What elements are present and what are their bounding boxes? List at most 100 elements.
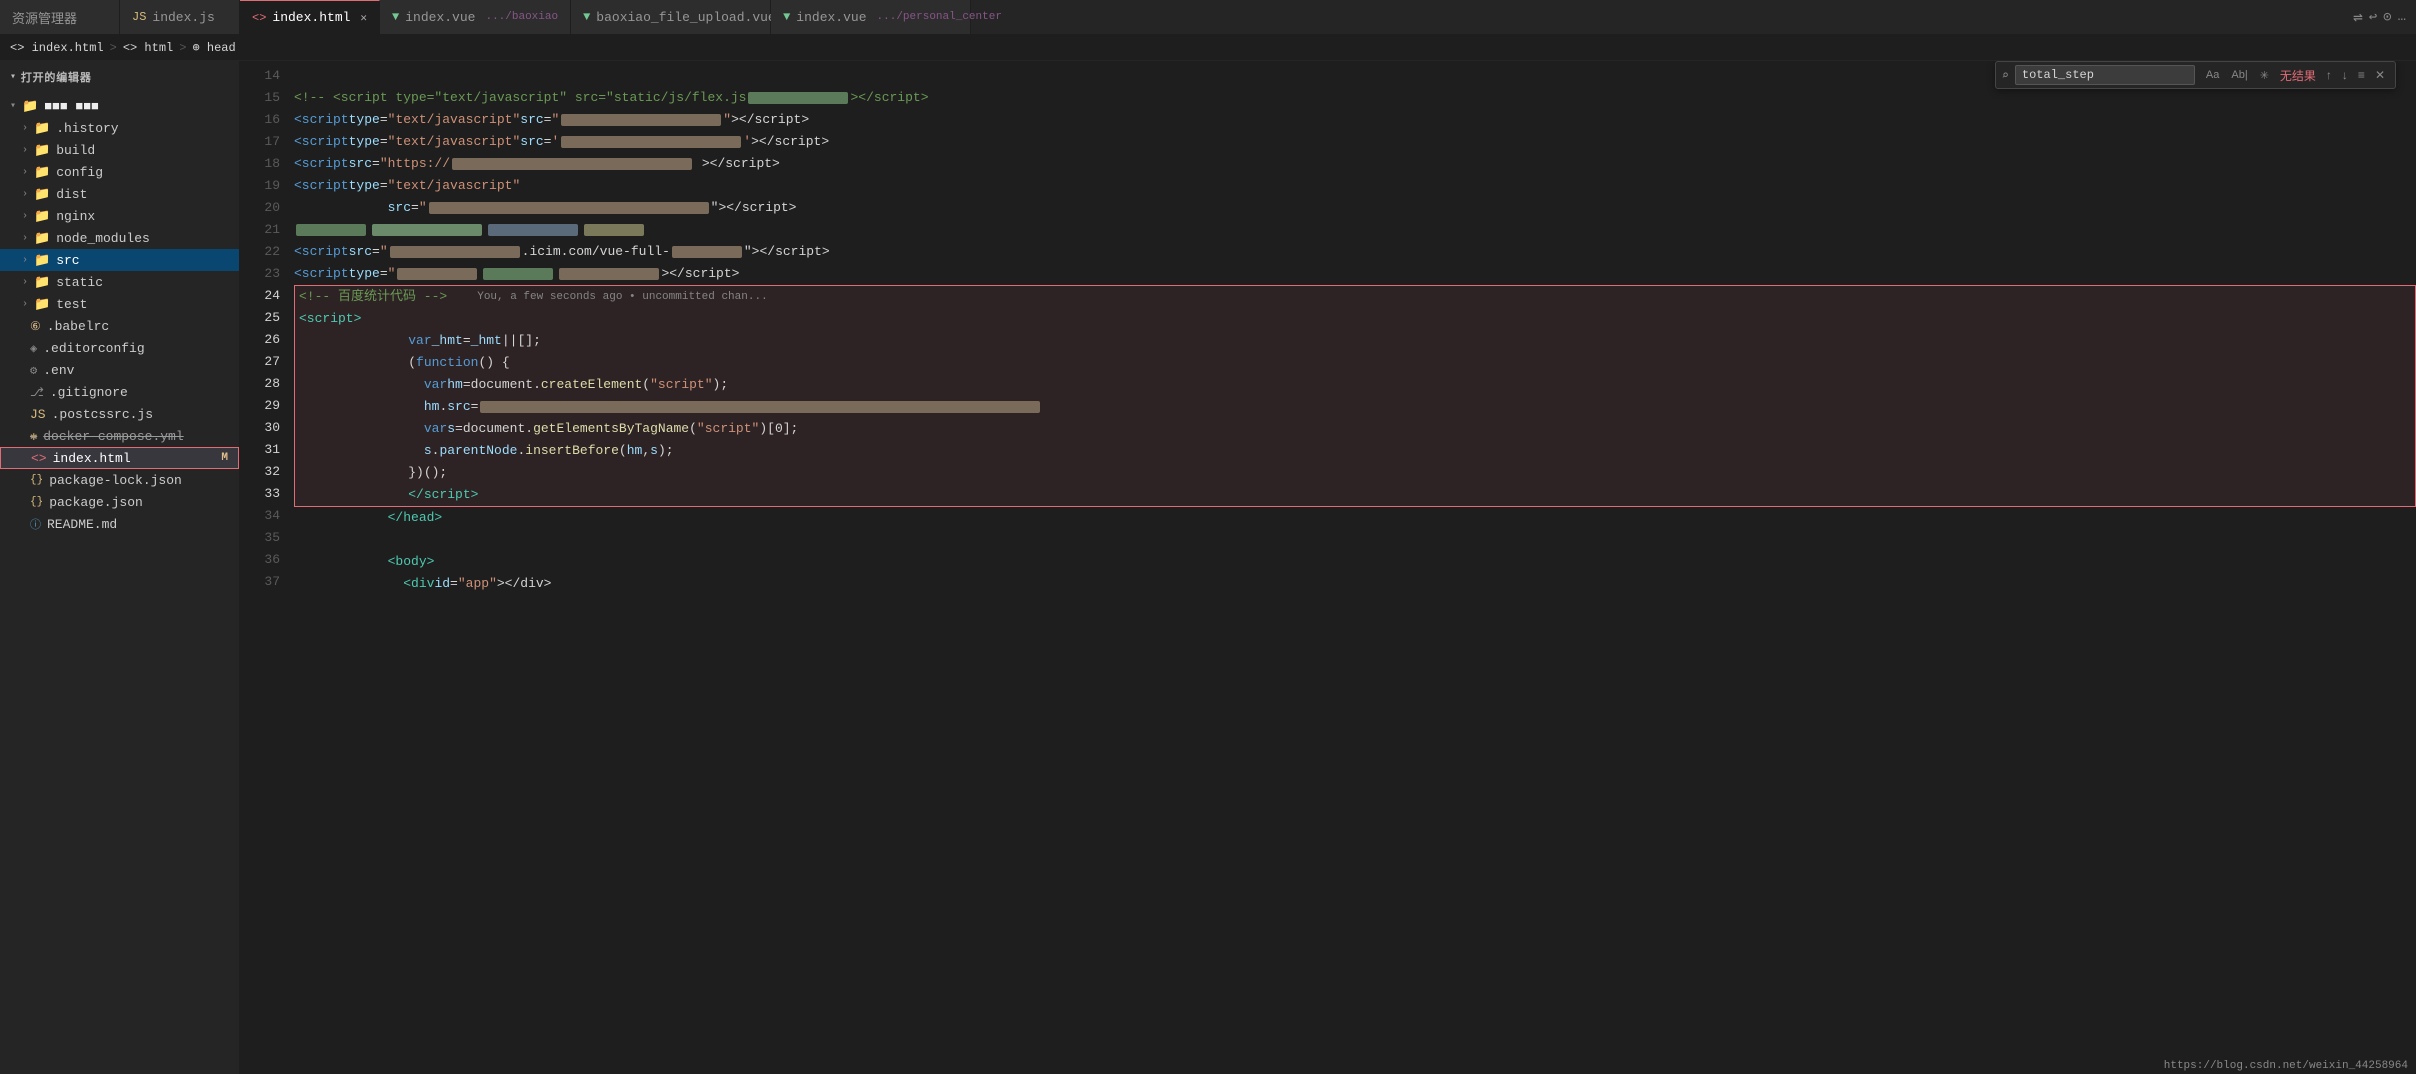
code-line bbox=[294, 219, 2416, 241]
sidebar-item-babelrc[interactable]: ⑥ .babelrc bbox=[0, 315, 239, 337]
tab-sublabel: .../personal_center bbox=[877, 11, 1002, 23]
prev-result-button[interactable]: ↑ bbox=[2322, 67, 2336, 83]
tab-label: index.js bbox=[152, 10, 214, 25]
sidebar-item-docker-compose[interactable]: ✱ docker-compose.yml bbox=[0, 425, 239, 447]
folder-arrow-icon: › bbox=[22, 189, 28, 200]
sidebar-item-node-modules[interactable]: › 📁 node_modules bbox=[0, 227, 239, 249]
project-folder-icon: 📁 bbox=[22, 99, 38, 114]
code-line: var _hmt = _hmt || []; bbox=[299, 330, 2411, 352]
undo-icon[interactable]: ↩ bbox=[2369, 9, 2377, 26]
code-line: var s = document.getElementsByTagName("s… bbox=[299, 418, 2411, 440]
breadcrumb-sep-2: > bbox=[179, 41, 186, 55]
folder-arrow-icon: › bbox=[22, 211, 28, 222]
tab-label: index.vue bbox=[796, 10, 866, 25]
sidebar-item-test[interactable]: › 📁 test bbox=[0, 293, 239, 315]
more-icon[interactable]: ⊙ bbox=[2383, 9, 2391, 26]
code-lines: <!-- <script type="text/javascript" src=… bbox=[290, 61, 2416, 1074]
status-bar: https://blog.csdn.net/weixin_44258964 bbox=[2156, 1058, 2416, 1074]
sidebar-section: ▾ 📁 ■■■ ■■■ › 📁 .history › 📁 build › 📁 c… bbox=[0, 93, 239, 537]
sidebar-item-postcssrc[interactable]: JS .postcssrc.js bbox=[0, 403, 239, 425]
search-widget: ⌕ Aa Ab| ✳ 无结果 ↑ ↓ ≡ ✕ bbox=[1995, 61, 2396, 89]
folder-icon: 📁 bbox=[34, 297, 50, 312]
code-line: s.parentNode.insertBefore(hm, s); bbox=[299, 440, 2411, 462]
code-container[interactable]: 14 15 16 17 18 19 20 21 22 23 24 25 26 2… bbox=[240, 61, 2416, 1074]
project-name: ■■■ ■■■ bbox=[44, 99, 99, 114]
json-icon: {} bbox=[30, 496, 43, 508]
sidebar-item-index-html[interactable]: <> index.html M bbox=[0, 447, 239, 469]
modified-badge: M bbox=[221, 452, 228, 464]
sidebar-item-label: README.md bbox=[47, 517, 117, 532]
sidebar-item-label: build bbox=[56, 143, 95, 158]
collapse-arrow: ▾ bbox=[10, 100, 16, 112]
sidebar-item-history[interactable]: › 📁 .history bbox=[0, 117, 239, 139]
status-url: https://blog.csdn.net/weixin_44258964 bbox=[2164, 1060, 2408, 1072]
code-line: hm.src = bbox=[299, 396, 2411, 418]
sidebar-item-dist[interactable]: › 📁 dist bbox=[0, 183, 239, 205]
folder-icon: 📁 bbox=[34, 253, 50, 268]
match-case-button[interactable]: Aa bbox=[2201, 67, 2224, 83]
sidebar-item-gitignore[interactable]: ⎇ .gitignore bbox=[0, 381, 239, 403]
tab-index-html[interactable]: <> index.html ✕ bbox=[240, 0, 380, 35]
sidebar-item-label: package.json bbox=[49, 495, 143, 510]
sidebar-item-readme[interactable]: ⓘ README.md bbox=[0, 513, 239, 535]
sidebar-item-build[interactable]: › 📁 build bbox=[0, 139, 239, 161]
sidebar-item-env[interactable]: ⚙ .env bbox=[0, 359, 239, 381]
tab-index-vue-baoxiao[interactable]: ▼ index.vue .../baoxiao bbox=[380, 0, 571, 35]
tab-index-vue-personal[interactable]: ▼ index.vue .../personal_center bbox=[771, 0, 971, 35]
tab-label: 资源管理器 bbox=[12, 8, 77, 27]
more-options-button[interactable]: ≡ bbox=[2354, 67, 2369, 83]
whole-word-button[interactable]: Ab| bbox=[2226, 67, 2252, 83]
breadcrumb-item-file[interactable]: <> index.html bbox=[10, 41, 104, 55]
main-layout: ▾ 打开的编辑器 ▾ 📁 ■■■ ■■■ › 📁 .history › 📁 bu… bbox=[0, 61, 2416, 1074]
close-search-button[interactable]: ✕ bbox=[2371, 67, 2389, 83]
sidebar-item-static[interactable]: › 📁 static bbox=[0, 271, 239, 293]
html-icon: <> bbox=[252, 11, 266, 25]
sidebar-item-label: dist bbox=[56, 187, 87, 202]
search-input[interactable] bbox=[2015, 65, 2195, 85]
folder-icon: 📁 bbox=[34, 209, 50, 224]
env-icon: ⚙ bbox=[30, 363, 37, 378]
search-options: Aa Ab| ✳ bbox=[2201, 67, 2274, 84]
sidebar-item-nginx[interactable]: › 📁 nginx bbox=[0, 205, 239, 227]
breadcrumb-item-head[interactable]: ⊕ head bbox=[192, 40, 235, 55]
next-result-button[interactable]: ↓ bbox=[2338, 67, 2352, 83]
ellipsis-icon[interactable]: … bbox=[2398, 9, 2406, 25]
code-line: <script type="></script> bbox=[294, 263, 2416, 285]
folder-arrow-icon: › bbox=[22, 123, 28, 134]
vue-icon: ▼ bbox=[583, 10, 590, 24]
sidebar-project-root[interactable]: ▾ 📁 ■■■ ■■■ bbox=[0, 95, 239, 117]
vue-icon: ▼ bbox=[392, 10, 399, 24]
sidebar-item-src[interactable]: › 📁 src bbox=[0, 249, 239, 271]
sidebar-item-package-json[interactable]: {} package.json bbox=[0, 491, 239, 513]
js-icon: JS bbox=[30, 407, 46, 422]
sidebar-item-editorconfig[interactable]: ◈ .editorconfig bbox=[0, 337, 239, 359]
vue-icon: ▼ bbox=[783, 10, 790, 24]
sidebar-item-label: .env bbox=[43, 363, 74, 378]
tab-sublabel: .../baoxiao bbox=[485, 11, 558, 23]
code-line: <script type="text/javascript" src=""></… bbox=[294, 109, 2416, 131]
editor-area: ⌕ Aa Ab| ✳ 无结果 ↑ ↓ ≡ ✕ 14 15 16 17 18 bbox=[240, 61, 2416, 1074]
sidebar-item-label: .babelrc bbox=[47, 319, 109, 334]
tab-close-button[interactable]: ✕ bbox=[360, 11, 367, 25]
regex-button[interactable]: ✳ bbox=[2255, 67, 2274, 84]
babelrc-icon: ⑥ bbox=[30, 319, 41, 334]
sidebar-item-package-lock[interactable]: {} package-lock.json bbox=[0, 469, 239, 491]
sidebar-item-label: .editorconfig bbox=[43, 341, 144, 356]
breadcrumb: <> index.html > <> html > ⊕ head bbox=[0, 35, 2416, 61]
code-line: <div id="app"></div> bbox=[294, 573, 2416, 595]
sidebar-item-label: nginx bbox=[56, 209, 95, 224]
sidebar-item-config[interactable]: › 📁 config bbox=[0, 161, 239, 183]
folder-icon: 📁 bbox=[34, 121, 50, 136]
line-numbers: 14 15 16 17 18 19 20 21 22 23 24 25 26 2… bbox=[240, 61, 290, 1074]
tab-index-js[interactable]: JS index.js bbox=[120, 0, 240, 35]
sidebar-item-label: docker-compose.yml bbox=[43, 429, 183, 444]
folder-arrow-icon: › bbox=[22, 255, 28, 266]
sidebar-item-label: .gitignore bbox=[50, 385, 128, 400]
tab-resource-manager[interactable]: 资源管理器 bbox=[0, 0, 120, 35]
tab-bar: 资源管理器 JS index.js <> index.html ✕ ▼ inde… bbox=[0, 0, 2416, 35]
tab-baoxiao-file-upload[interactable]: ▼ baoxiao_file_upload.vue bbox=[571, 0, 771, 35]
code-line: <script src=".icim.com/vue-full-"></scri… bbox=[294, 241, 2416, 263]
breadcrumb-item-html[interactable]: <> html bbox=[123, 41, 173, 55]
split-editor-icon[interactable]: ⇌ bbox=[2353, 7, 2363, 27]
folder-icon: 📁 bbox=[34, 143, 50, 158]
